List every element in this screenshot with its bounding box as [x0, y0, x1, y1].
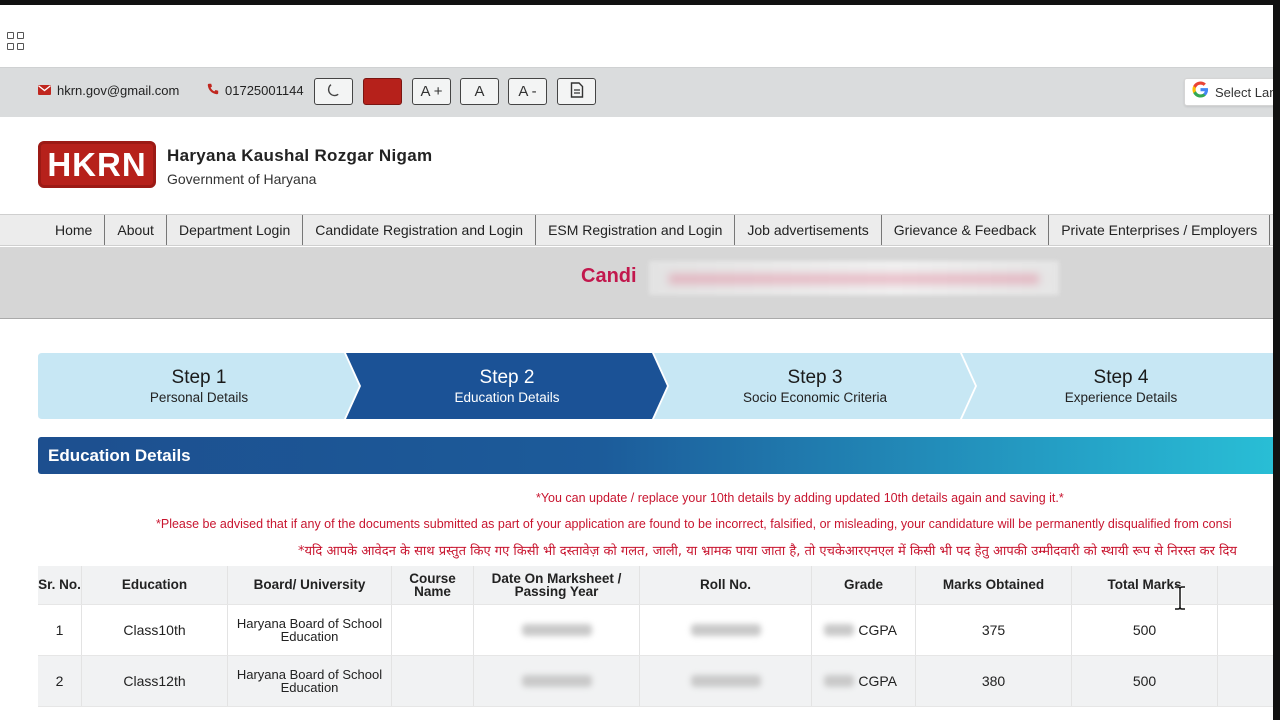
site-header: HKRN Haryana Kaushal Rozgar Nigam Govern… [0, 118, 1280, 214]
top-edge [0, 0, 1280, 5]
step-3-title: Step 3 [787, 367, 843, 388]
apps-grid-icon[interactable] [7, 32, 25, 50]
update-note: *You can update / replace your 10th deta… [536, 491, 1064, 505]
col-roll: Roll No. [640, 566, 812, 604]
candidate-id-bar: Candi [0, 247, 1280, 319]
step-4-subtitle: Experience Details [1064, 390, 1178, 405]
nav-job-advertisements[interactable]: Job advertisements [735, 215, 882, 245]
moon-filled-icon [375, 82, 391, 102]
nav-about[interactable]: About [105, 215, 167, 245]
font-increase-button[interactable]: A + [412, 78, 451, 105]
row-total: 500 [1072, 605, 1218, 655]
phone-text: 01725001144 [225, 83, 304, 98]
row-education: Class12th [82, 656, 228, 706]
utility-bar: hkrn.gov@gmail.com 01725001144 A + A A - [0, 67, 1280, 117]
font-decrease-button[interactable]: A - [508, 78, 547, 105]
col-course: Course Name [392, 566, 474, 604]
step-1-subtitle: Personal Details [149, 390, 249, 405]
nav-department-login[interactable]: Department Login [167, 215, 304, 245]
candidate-id-title: Candi [581, 265, 637, 287]
row-total: 500 [1072, 656, 1218, 706]
row-date-redacted [474, 605, 640, 655]
disqualification-note: *Please be advised that if any of the do… [156, 517, 1232, 531]
col-board: Board/ University [228, 566, 392, 604]
moon-outline-icon [326, 82, 342, 102]
nav-esm-registration[interactable]: ESM Registration and Login [536, 215, 736, 245]
row-grade-text: CGPA [858, 622, 897, 638]
row-date-redacted [474, 656, 640, 706]
nav-home[interactable]: Home [43, 215, 106, 245]
main-nav: Home About Department Login Candidate Re… [0, 214, 1280, 246]
col-sr: Sr. No. [38, 566, 82, 604]
envelope-icon [38, 84, 51, 98]
table-row: 1 Class10th Haryana Board of School Educ… [38, 605, 1280, 656]
light-mode-button[interactable] [314, 78, 353, 105]
registration-steps: Step 1 Personal Details Step 2 Education… [38, 353, 1280, 419]
col-total: Total Marks [1072, 566, 1218, 604]
row-course [392, 656, 474, 706]
language-select[interactable]: Select Lan [1184, 78, 1280, 106]
disqualification-note-hindi: *यदि आपके आवेदन के साथ प्रस्तुत किए गए क… [298, 544, 1237, 559]
row-marks: 375 [916, 605, 1072, 655]
text-cursor-icon [1174, 585, 1186, 611]
row-marks: 380 [916, 656, 1072, 706]
step-1[interactable]: Step 1 Personal Details [38, 353, 360, 419]
step-4[interactable]: Step 4 Experience Details [962, 353, 1280, 419]
row-actions [1218, 656, 1280, 706]
col-grade: Grade [812, 566, 916, 604]
row-sr: 1 [38, 605, 82, 655]
education-details-heading: Education Details [38, 437, 1280, 474]
step-1-title: Step 1 [171, 367, 227, 388]
dark-mode-button[interactable] [363, 78, 402, 105]
phone-contact[interactable]: 01725001144 [207, 83, 304, 98]
org-subtitle: Government of Haryana [167, 171, 317, 187]
table-row: 2 Class12th Haryana Board of School Educ… [38, 656, 1280, 707]
step-3[interactable]: Step 3 Socio Economic Criteria [654, 353, 976, 419]
step-2-subtitle: Education Details [454, 390, 560, 405]
table-header-row: Sr. No. Education Board/ University Cour… [38, 566, 1280, 605]
col-marks: Marks Obtained [916, 566, 1072, 604]
org-name: Haryana Kaushal Rozgar Nigam [167, 146, 433, 165]
row-course [392, 605, 474, 655]
hkrn-logo[interactable]: HKRN [38, 141, 156, 188]
step-4-title: Step 4 [1093, 367, 1149, 388]
row-roll-redacted [640, 656, 812, 706]
nav-grievance-feedback[interactable]: Grievance & Feedback [882, 215, 1050, 245]
step-2-title: Step 2 [479, 367, 535, 388]
document-button[interactable] [557, 78, 596, 105]
nav-candidate-registration[interactable]: Candidate Registration and Login [303, 215, 537, 245]
row-grade-text: CGPA [858, 673, 897, 689]
row-grade: CGPA [812, 656, 916, 706]
row-roll-redacted [640, 605, 812, 655]
app-frame: hkrn.gov@gmail.com 01725001144 A + A A - [0, 0, 1280, 720]
step-3-subtitle: Socio Economic Criteria [742, 390, 888, 405]
col-date: Date On Marksheet / Passing Year [474, 566, 640, 604]
email-contact[interactable]: hkrn.gov@gmail.com [38, 83, 179, 98]
row-board: Haryana Board of School Education [228, 605, 392, 655]
row-education: Class10th [82, 605, 228, 655]
phone-icon [207, 83, 219, 98]
education-table: Sr. No. Education Board/ University Cour… [38, 566, 1280, 707]
google-icon [1192, 81, 1209, 103]
col-education: Education [82, 566, 228, 604]
email-text: hkrn.gov@gmail.com [57, 83, 180, 98]
row-board: Haryana Board of School Education [228, 656, 392, 706]
document-icon [570, 81, 584, 102]
right-edge [1273, 0, 1280, 720]
candidate-id-redacted [649, 261, 1059, 295]
step-2[interactable]: Step 2 Education Details [346, 353, 668, 419]
row-actions [1218, 605, 1280, 655]
row-sr: 2 [38, 656, 82, 706]
col-actions [1218, 566, 1280, 604]
row-grade: CGPA [812, 605, 916, 655]
nav-private-enterprises[interactable]: Private Enterprises / Employers [1049, 215, 1271, 245]
font-normal-button[interactable]: A [460, 78, 499, 105]
language-label: Select Lan [1215, 84, 1277, 100]
